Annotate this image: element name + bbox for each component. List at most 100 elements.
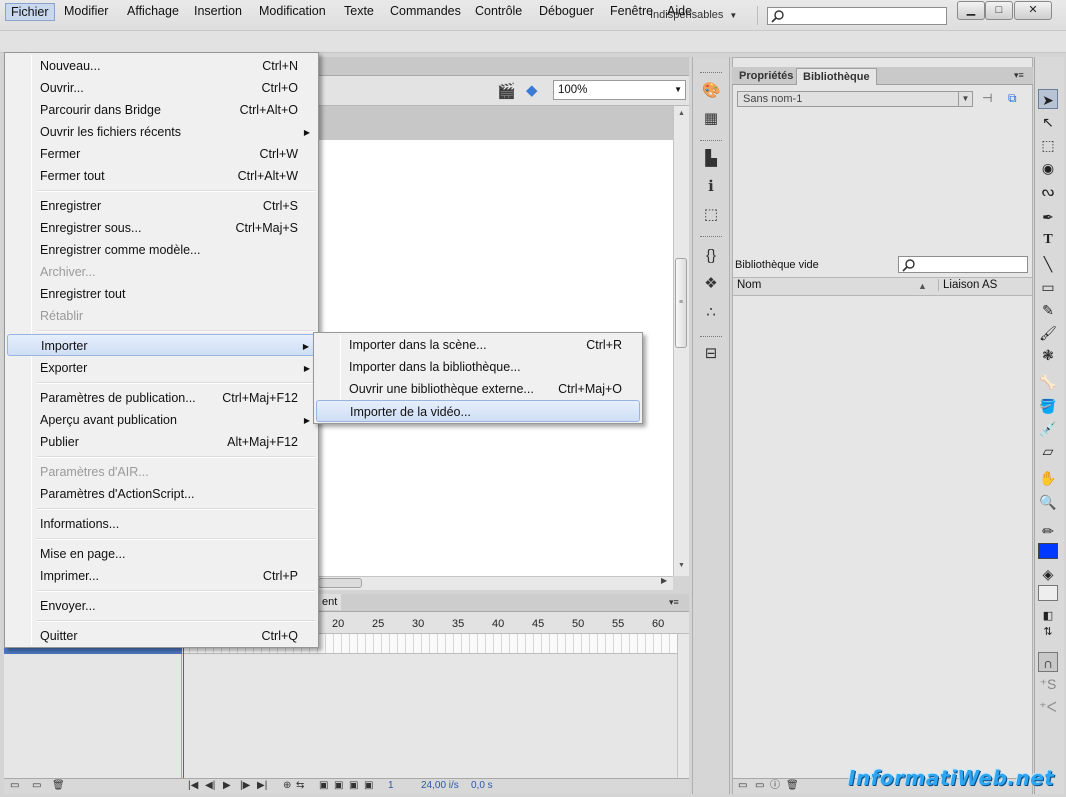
- edit-symbol-icon[interactable]: ◆: [526, 81, 538, 99]
- onion-center-icon[interactable]: ⊕: [283, 778, 291, 794]
- menu-item-actionscript[interactable]: Paramètres d'ActionScript...: [7, 483, 316, 505]
- fill-color-box[interactable]: [1038, 585, 1058, 601]
- zoom-icon[interactable]: 🔍: [1038, 492, 1058, 512]
- color-icon[interactable]: 🎨: [702, 82, 721, 100]
- menu-modification[interactable]: Modification: [254, 3, 331, 21]
- prev-frame-icon[interactable]: ◀|: [205, 778, 215, 794]
- text-icon[interactable]: T: [1038, 230, 1058, 250]
- panel-menu-icon[interactable]: ▾≡: [1014, 70, 1024, 81]
- tab-properties[interactable]: Propriétés: [733, 68, 799, 85]
- components-icon[interactable]: ❖: [702, 275, 720, 293]
- info-icon[interactable]: ℹ: [702, 178, 720, 196]
- column-linkage[interactable]: Liaison AS: [938, 279, 997, 291]
- menu-item-apercu[interactable]: Aperçu avant publication ▶: [7, 409, 316, 431]
- menu-item-envoyer[interactable]: Envoyer...: [7, 595, 316, 617]
- 3d-rotation-icon[interactable]: ◉: [1038, 158, 1058, 178]
- menu-deboguer[interactable]: Déboguer: [534, 3, 599, 21]
- stroke-color-icon[interactable]: ✏: [1038, 521, 1058, 541]
- new-folder-icon[interactable]: ▭: [755, 778, 764, 794]
- menu-item-recent[interactable]: Ouvrir les fichiers récents ▶: [7, 121, 316, 143]
- maximize-button[interactable]: □: [985, 1, 1013, 20]
- menu-item-parametres-publication[interactable]: Paramètres de publication... Ctrl+Maj+F12: [7, 387, 316, 409]
- loop-icon[interactable]: ⇆: [296, 778, 304, 794]
- paint-bucket-icon[interactable]: 🪣: [1038, 396, 1058, 416]
- pencil-icon[interactable]: ✎: [1038, 300, 1058, 320]
- eraser-icon[interactable]: ▱: [1038, 441, 1058, 461]
- scroll-thumb[interactable]: ≡: [675, 258, 687, 348]
- eyedropper-icon[interactable]: 💉: [1038, 419, 1058, 439]
- column-name[interactable]: Nom: [737, 279, 761, 291]
- menu-item-quitter[interactable]: Quitter Ctrl+Q: [7, 625, 316, 647]
- menu-commandes[interactable]: Commandes: [385, 3, 466, 21]
- panel-grip[interactable]: [700, 336, 722, 339]
- fill-color-swatch[interactable]: [1038, 543, 1058, 559]
- menu-item-modele[interactable]: Enregistrer comme modèle...: [7, 239, 316, 261]
- help-search-input[interactable]: [767, 7, 947, 25]
- timeline-scrollbar[interactable]: [677, 634, 689, 778]
- menu-fichier[interactable]: Fichier: [5, 3, 55, 21]
- next-frame-icon[interactable]: |▶: [240, 778, 250, 794]
- close-button[interactable]: ✕: [1014, 1, 1052, 20]
- menu-item-bridge[interactable]: Parcourir dans Bridge Ctrl+Alt+O: [7, 99, 316, 121]
- lasso-icon[interactable]: ᔓ: [1038, 181, 1058, 201]
- actions-icon[interactable]: {}: [702, 247, 720, 265]
- new-folder-icon[interactable]: ▭: [32, 778, 41, 794]
- scroll-thumb[interactable]: [318, 578, 362, 588]
- menu-item-mise-en-page[interactable]: Mise en page...: [7, 543, 316, 565]
- line-icon[interactable]: ╲: [1038, 254, 1058, 274]
- motion-presets-icon[interactable]: ∴: [702, 304, 720, 322]
- free-transform-icon[interactable]: ⬚: [1038, 135, 1058, 155]
- align-icon[interactable]: ▙: [702, 150, 720, 168]
- new-library-panel-icon[interactable]: ⧉: [1008, 91, 1017, 106]
- panel-grip[interactable]: [700, 236, 722, 239]
- menu-item-fermer-tout[interactable]: Fermer tout Ctrl+Alt+W: [7, 165, 316, 187]
- smooth-icon[interactable]: ⁺S: [1038, 674, 1058, 694]
- frame-rate[interactable]: 24,00 i/s: [421, 778, 459, 794]
- zoom-select[interactable]: 100% ▼: [553, 80, 686, 100]
- onion-skin-icon[interactable]: ▣: [319, 778, 328, 794]
- menu-item-publier[interactable]: Publier Alt+Maj+F12: [7, 431, 316, 453]
- menu-item-nouveau[interactable]: Nouveau... Ctrl+N: [7, 55, 316, 77]
- swatches-icon[interactable]: ▦: [702, 110, 720, 128]
- subselection-icon[interactable]: ↖: [1038, 112, 1058, 132]
- brush-icon[interactable]: 🖌: [1038, 323, 1058, 343]
- panel-menu-icon[interactable]: ▾≡: [669, 597, 679, 608]
- document-select[interactable]: Sans nom-1 ▼: [737, 91, 973, 107]
- scroll-up-icon[interactable]: ▲: [678, 110, 685, 117]
- trash-icon[interactable]: 🗑: [52, 778, 65, 794]
- sort-asc-icon[interactable]: ▲: [918, 281, 927, 291]
- history-icon[interactable]: ⊟: [702, 345, 720, 363]
- new-layer-icon[interactable]: ▭: [10, 778, 19, 794]
- panel-grip[interactable]: [700, 72, 722, 75]
- menu-item-fermer[interactable]: Fermer Ctrl+W: [7, 143, 316, 165]
- menu-controle[interactable]: Contrôle: [470, 3, 527, 21]
- hand-icon[interactable]: ✋: [1038, 468, 1058, 488]
- transform-icon[interactable]: ⬚: [702, 206, 720, 224]
- menu-item-bibliotheque-externe[interactable]: Ouvrir une bibliothèque externe... Ctrl+M…: [316, 378, 640, 400]
- menu-item-importer-scene[interactable]: Importer dans la scène... Ctrl+R: [316, 334, 640, 356]
- scroll-right-icon[interactable]: ▶: [661, 576, 667, 585]
- stage-horizontal-scrollbar[interactable]: [318, 576, 673, 590]
- menu-item-enregistrer-tout[interactable]: Enregistrer tout: [7, 283, 316, 305]
- pin-library-icon[interactable]: ⊣: [982, 91, 992, 105]
- menu-item-enregistrer[interactable]: Enregistrer Ctrl+S: [7, 195, 316, 217]
- play-icon[interactable]: ▶: [223, 778, 231, 794]
- swap-colors-icon[interactable]: ⇅: [1038, 622, 1058, 642]
- menu-modifier[interactable]: Modifier: [59, 3, 113, 21]
- fill-bucket-icon[interactable]: ◈: [1038, 564, 1058, 584]
- library-search-input[interactable]: [898, 256, 1028, 273]
- minimize-button[interactable]: ▁: [957, 1, 985, 20]
- tab-timeline[interactable]: ent: [318, 594, 342, 610]
- tab-library[interactable]: Bibliothèque: [796, 68, 877, 85]
- bone-icon[interactable]: 🦴: [1038, 372, 1058, 392]
- edit-scene-icon[interactable]: 🎬: [497, 82, 516, 100]
- straighten-icon[interactable]: ⁺ᐸ: [1038, 697, 1058, 717]
- scroll-down-icon[interactable]: ▼: [678, 562, 685, 569]
- menu-item-importer-bibliotheque[interactable]: Importer dans la bibliothèque...: [316, 356, 640, 378]
- deco-icon[interactable]: ❃: [1038, 345, 1058, 365]
- onion-outline-icon[interactable]: ▣: [334, 778, 343, 794]
- selection-icon[interactable]: ➤: [1038, 89, 1058, 109]
- menu-item-importer[interactable]: Importer ▶: [7, 334, 316, 356]
- menu-fenetre[interactable]: Fenêtre: [605, 3, 658, 21]
- onion-markers-icon[interactable]: ▣: [364, 778, 373, 794]
